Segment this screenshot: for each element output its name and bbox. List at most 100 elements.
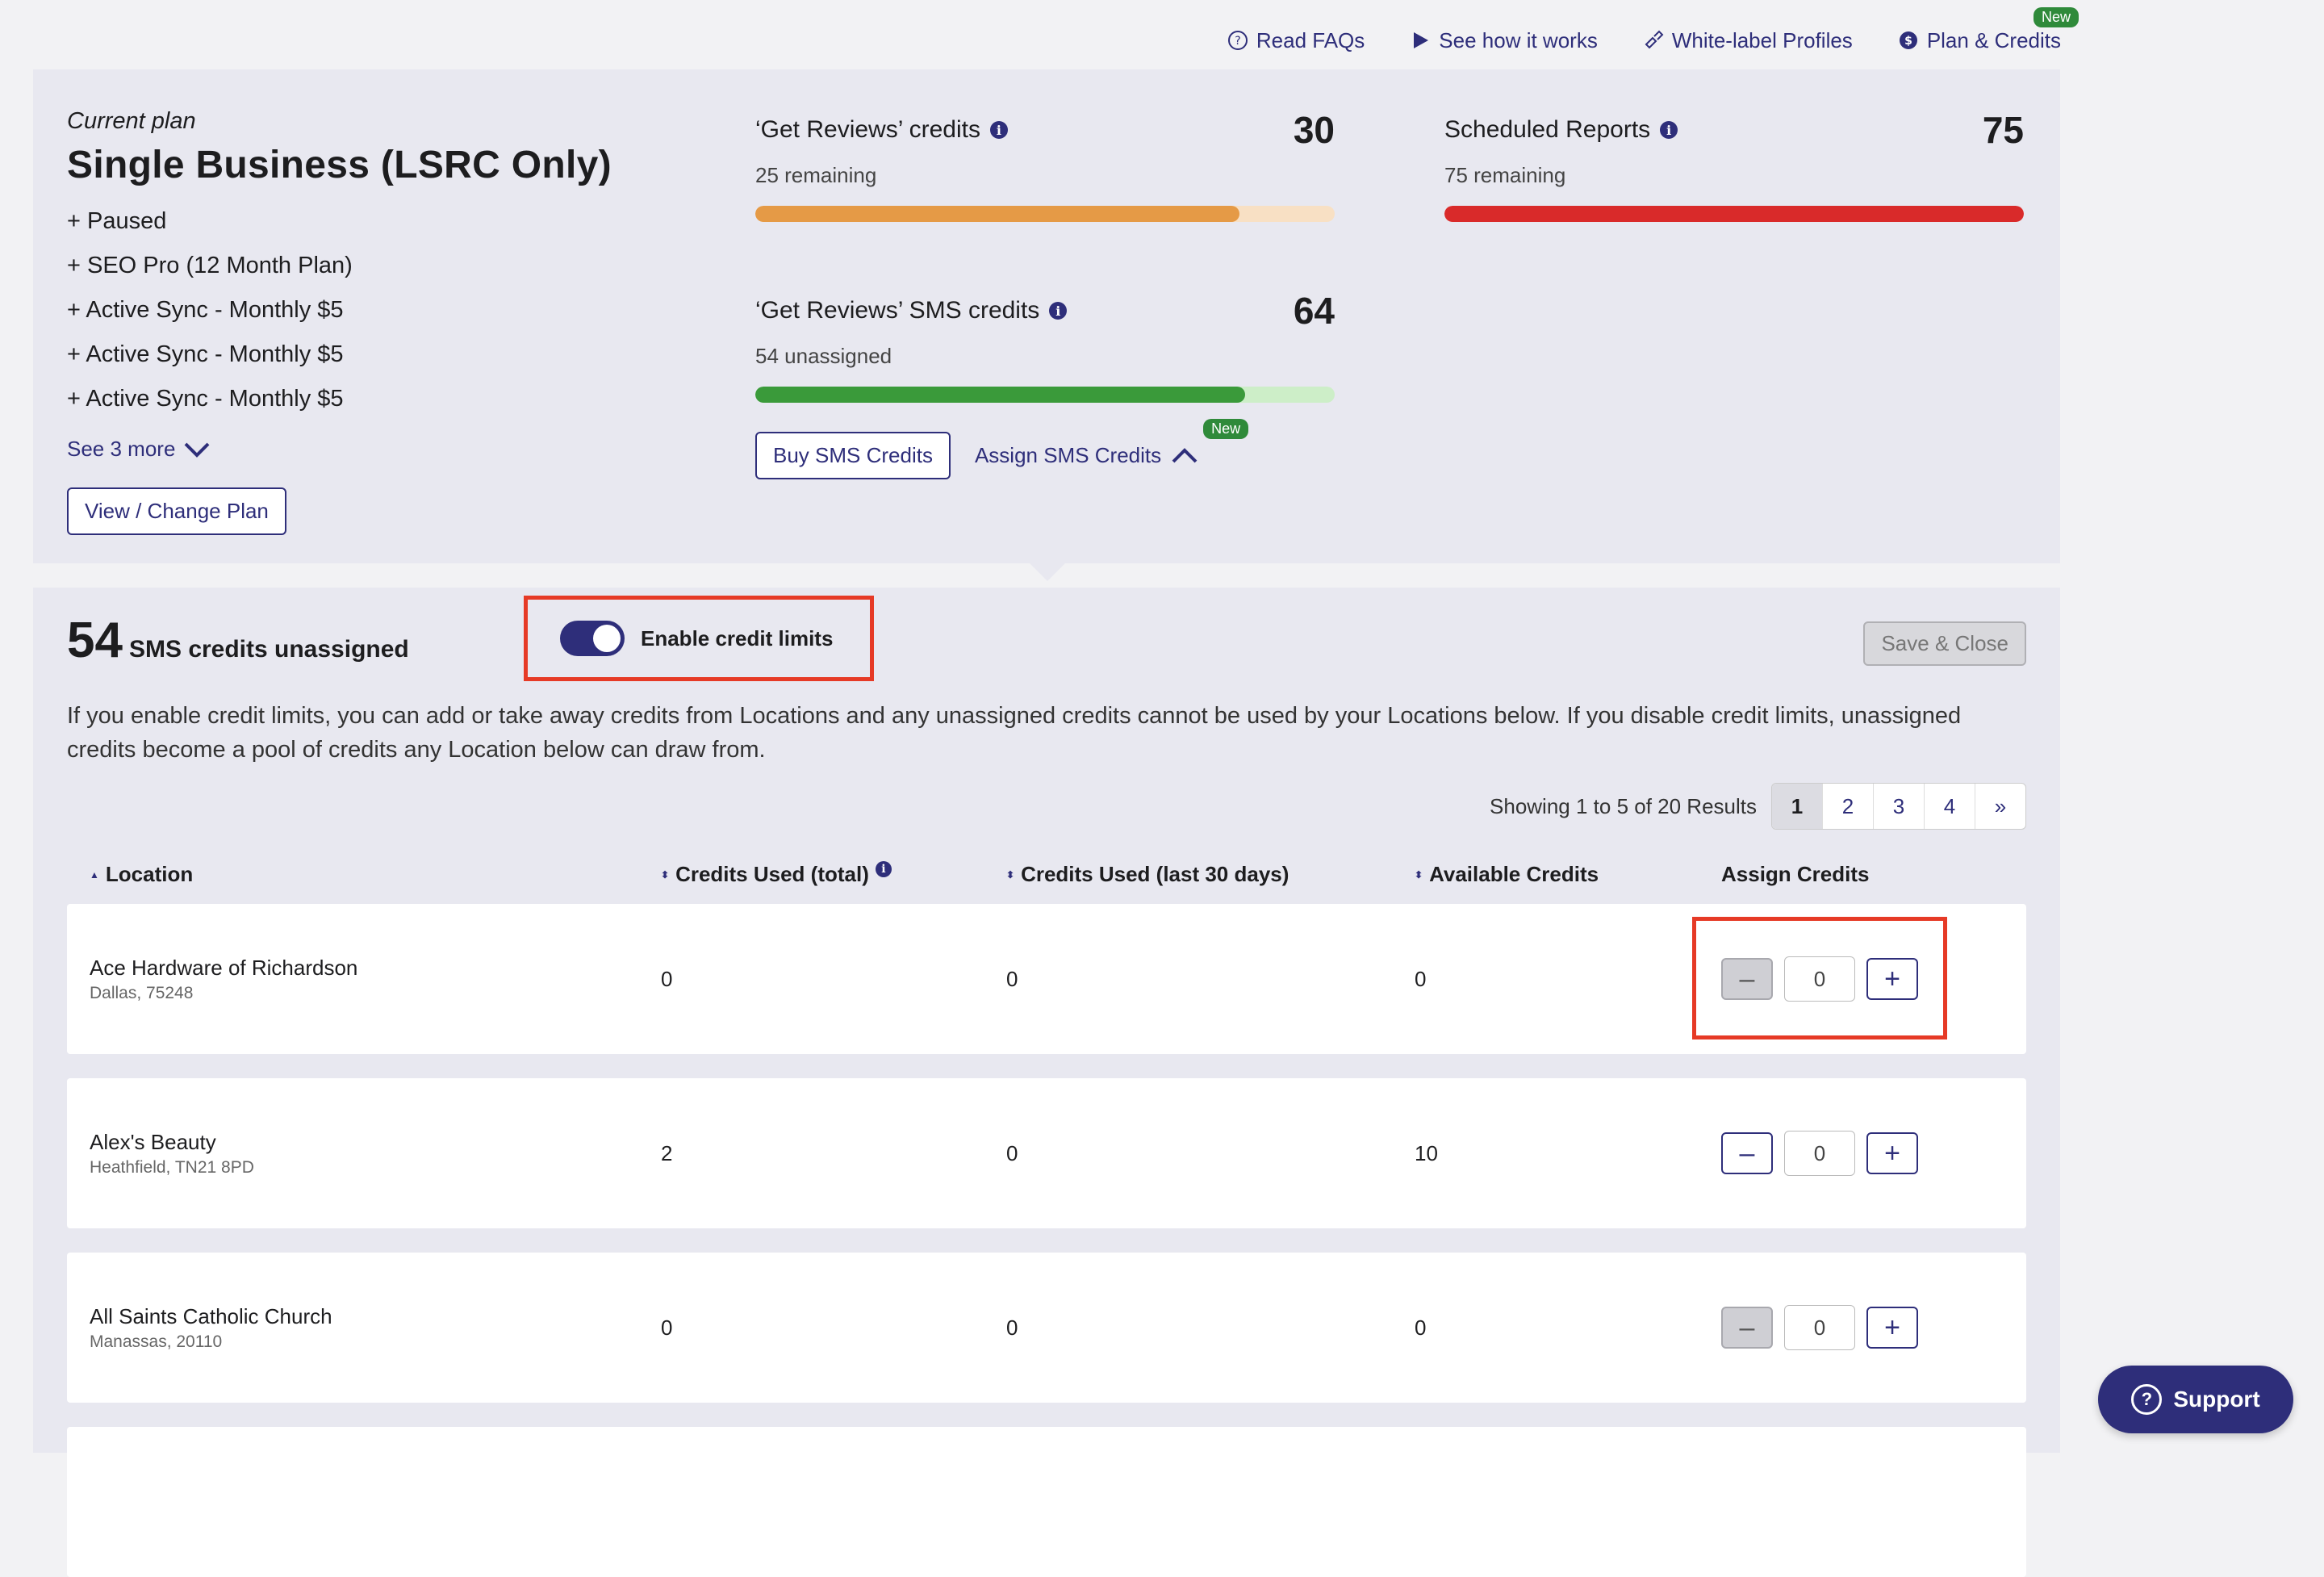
reports-progress-fill [1444, 206, 2024, 222]
panel-pointer [1030, 563, 1065, 581]
sms-credits-value: 64 [1293, 290, 1335, 332]
next-pages-button[interactable]: » [1975, 784, 2025, 829]
svg-text:?: ? [1235, 35, 1240, 48]
assign-credits-input[interactable] [1784, 1131, 1855, 1176]
support-button[interactable]: ? Support [2098, 1366, 2293, 1433]
credits-used-30-cell: 0 [1006, 967, 1018, 991]
see-how-it-works-link[interactable]: See how it works [1410, 28, 1598, 53]
table-row: All Saints Catholic Church Manassas, 201… [67, 1253, 2026, 1403]
info-icon[interactable]: i [1049, 302, 1068, 320]
scheduled-reports-value: 75 [1982, 109, 2024, 151]
scheduled-reports-remaining: 75 remaining [1444, 163, 1566, 187]
credits-used-30-cell: 0 [1006, 1316, 1018, 1340]
location-name: Ace Hardware of Richardson [90, 956, 358, 980]
page-1-button[interactable]: 1 [1772, 784, 1822, 829]
reviews-credits-remaining: 25 remaining [755, 163, 877, 187]
svg-text:$: $ [1904, 35, 1912, 48]
view-change-plan-button[interactable]: View / Change Plan [67, 487, 286, 535]
assign-credits-stepper: – + [1721, 956, 1918, 1002]
reviews-credits-block: ‘Get Reviews’ credits i 30 25 remaining [755, 108, 1335, 222]
buy-sms-credits-button[interactable]: Buy SMS Credits [755, 432, 951, 479]
column-credits-used-total-label: Credits Used (total) [675, 862, 869, 886]
column-location[interactable]: ▲ Location [90, 862, 193, 887]
assign-credits-stepper: – + [1721, 1131, 1918, 1176]
info-icon[interactable]: i [875, 860, 892, 877]
column-credits-used-total[interactable]: ⬍ Credits Used (total) i [661, 860, 892, 887]
location-address: Manassas, 20110 [90, 1332, 223, 1351]
unassigned-summary: 54 SMS credits unassigned [67, 612, 409, 669]
white-label-profiles-label: White-label Profiles [1671, 27, 1853, 52]
decrement-button[interactable]: – [1721, 1132, 1773, 1174]
plan-addon: + Active Sync - Monthly $5 [67, 386, 344, 412]
plan-addon: + Active Sync - Monthly $5 [67, 297, 344, 323]
enable-credit-limits-label: Enable credit limits [641, 625, 834, 650]
play-icon [1414, 32, 1429, 48]
unassigned-label: SMS credits unassigned [128, 636, 409, 663]
credit-limits-description: If you enable credit limits, you can add… [67, 703, 1962, 763]
read-faqs-link[interactable]: ? Read FAQs [1227, 28, 1365, 53]
assign-credits-input[interactable] [1784, 1305, 1855, 1350]
see-more-label: See 3 more [67, 437, 176, 461]
sort-icon: ⬍ [661, 868, 670, 881]
assign-sms-credits-link[interactable]: Assign SMS Credits New [974, 419, 1249, 468]
page-4-button[interactable]: 4 [1924, 784, 1975, 829]
question-circle-icon: ? [1227, 31, 1248, 50]
location-name: Alex's Beauty [90, 1130, 216, 1154]
reviews-credits-value: 30 [1293, 109, 1335, 151]
increment-button[interactable]: + [1866, 958, 1918, 1000]
reviews-credits-label: ‘Get Reviews’ credits [755, 116, 980, 143]
plan-name: Single Business (LSRC Only) [67, 144, 612, 186]
scheduled-reports-label: Scheduled Reports [1444, 116, 1651, 143]
sort-icon: ⬍ [1006, 868, 1015, 881]
results-summary: Showing 1 to 5 of 20 Results [1490, 793, 1757, 818]
save-close-button[interactable]: Save & Close [1863, 621, 2026, 666]
page-2-button[interactable]: 2 [1822, 784, 1873, 829]
available-credits-cell: 0 [1415, 967, 1427, 991]
plan-credits-link[interactable]: $ Plan & Credits New [1898, 6, 2079, 53]
sms-progress-bar [755, 387, 1335, 403]
pagination: 1 2 3 4 » [1771, 783, 2026, 830]
assign-credits-stepper: – + [1721, 1305, 1918, 1350]
new-badge: New [1203, 419, 1249, 439]
support-label: Support [2173, 1387, 2260, 1412]
table-header: ▲ Location ⬍ Credits Used (total) i ⬍ Cr… [67, 860, 2026, 894]
current-plan-section: Current plan Single Business (LSRC Only)… [67, 108, 612, 535]
column-available-credits[interactable]: ⬍ Available Credits [1415, 862, 1599, 887]
credits-used-total-cell: 0 [661, 967, 673, 991]
decrement-button[interactable]: – [1721, 958, 1773, 1000]
assign-credits-input[interactable] [1784, 956, 1855, 1002]
table-row: Alex's Beauty Heathfield, TN21 8PD 2 0 1… [67, 1078, 2026, 1228]
assign-credits-panel: 54 SMS credits unassigned Enable credit … [33, 588, 2060, 1577]
reviews-progress-fill [755, 206, 1239, 222]
plan-card: Current plan Single Business (LSRC Only)… [33, 69, 2060, 563]
scheduled-reports-block: Scheduled Reports i 75 75 remaining [1444, 108, 2024, 222]
dollar-circle-icon: $ [1899, 31, 1917, 49]
credit-limits-highlight: Enable credit limits [524, 596, 874, 681]
assign-sms-credits-label: Assign SMS Credits [974, 443, 1162, 467]
page-3-button[interactable]: 3 [1873, 784, 1924, 829]
column-available-credits-label: Available Credits [1429, 862, 1599, 886]
chevron-up-icon [1172, 447, 1198, 462]
reviews-progress-bar [755, 206, 1335, 222]
location-cell: All Saints Catholic Church Manassas, 201… [90, 1304, 332, 1352]
sort-icon: ⬍ [1415, 868, 1423, 881]
enable-credit-limits-toggle[interactable] [560, 621, 625, 656]
available-credits-cell: 0 [1415, 1316, 1427, 1340]
increment-button[interactable]: + [1866, 1307, 1918, 1349]
question-icon: ? [2131, 1384, 2163, 1415]
current-plan-label: Current plan [67, 108, 196, 134]
credits-used-total-cell: 0 [661, 1316, 673, 1340]
see-how-it-works-label: See how it works [1439, 27, 1598, 52]
info-icon[interactable]: i [989, 121, 1008, 139]
column-credits-used-30[interactable]: ⬍ Credits Used (last 30 days) [1006, 862, 1289, 887]
see-more-link[interactable]: See 3 more [67, 437, 612, 462]
column-assign-credits: Assign Credits [1721, 862, 1870, 887]
chevron-down-icon [184, 442, 210, 458]
white-label-profiles-link[interactable]: White-label Profiles [1643, 28, 1853, 53]
sms-credits-block: ‘Get Reviews’ SMS credits i 64 54 unassi… [755, 289, 1335, 479]
decrement-button[interactable]: – [1721, 1307, 1773, 1349]
location-address: Dallas, 75248 [90, 984, 194, 1002]
plan-addon: + Paused [67, 208, 167, 234]
increment-button[interactable]: + [1866, 1132, 1918, 1174]
info-icon[interactable]: i [1660, 121, 1678, 139]
